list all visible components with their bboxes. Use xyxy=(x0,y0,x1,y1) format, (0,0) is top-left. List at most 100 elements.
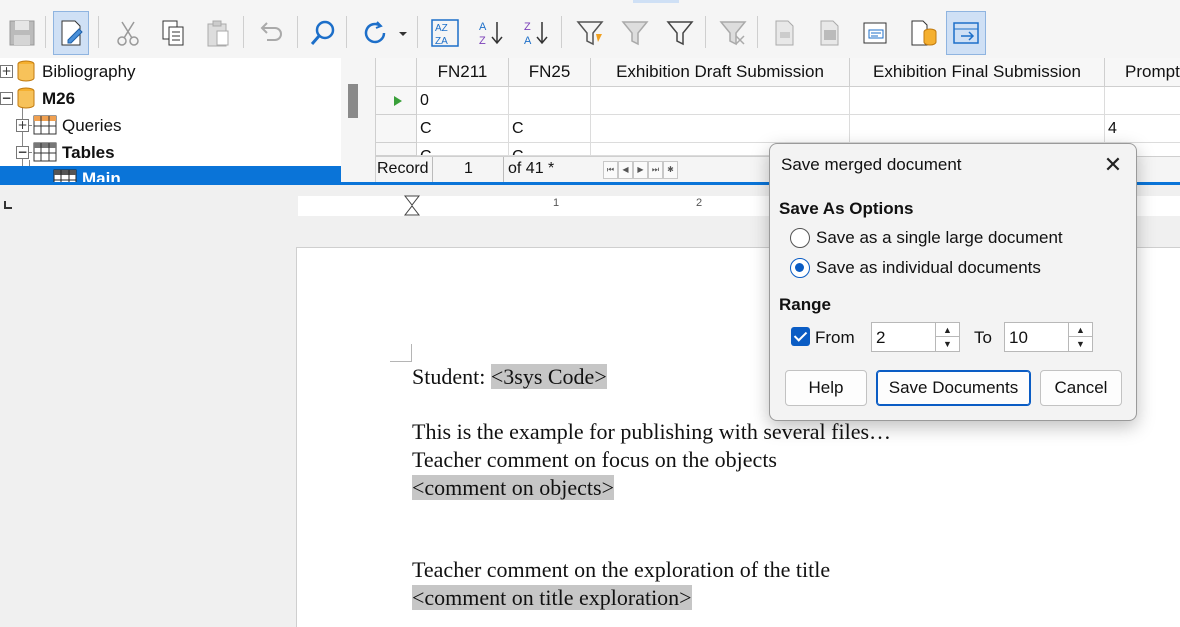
first-record-icon[interactable]: ⏮ xyxy=(603,161,618,179)
tree-item-label: Tables xyxy=(62,142,115,162)
grid-cell[interactable]: C xyxy=(509,143,591,156)
tab-stop-icon[interactable] xyxy=(4,201,12,209)
option-label: Save as a single large document xyxy=(816,228,1063,247)
find-record-icon[interactable] xyxy=(305,11,341,55)
paragraph-text[interactable]: <comment on objects> xyxy=(412,475,614,501)
refresh-dropdown-icon[interactable] xyxy=(393,11,413,55)
column-header[interactable]: Exhibition Draft Submission xyxy=(591,58,850,87)
range-heading: Range xyxy=(779,295,831,314)
paragraph-text[interactable]: This is the example for publishing with … xyxy=(412,419,891,445)
save-documents-button[interactable]: Save Documents xyxy=(876,370,1031,406)
tree-item-label: M26 xyxy=(42,88,76,108)
scrollbar-thumb[interactable] xyxy=(348,84,358,118)
tree-item-bibliography[interactable]: + Bibliography xyxy=(0,58,341,85)
toolbar-indicator xyxy=(633,0,679,3)
to-spinbox[interactable]: 10 ▲ ▼ xyxy=(1004,322,1093,352)
data-source-toolbar: AZ ZA AZ ZA xyxy=(0,0,1180,58)
grid-cell[interactable] xyxy=(850,115,1105,143)
tree-item-main[interactable]: Main xyxy=(0,166,341,182)
autofilter-icon[interactable] xyxy=(572,11,608,55)
grid-cell[interactable] xyxy=(591,87,850,115)
edit-data-icon[interactable] xyxy=(53,11,89,55)
column-header[interactable]: Exhibition Final Submission xyxy=(850,58,1105,87)
expand-icon[interactable]: + xyxy=(0,65,13,78)
help-button[interactable]: Help xyxy=(785,370,867,406)
copy-icon[interactable] xyxy=(155,11,191,55)
radio-button[interactable] xyxy=(790,228,810,248)
cancel-button[interactable]: Cancel xyxy=(1040,370,1122,406)
grid-cell[interactable]: C xyxy=(509,115,591,143)
record-number-field[interactable]: 1 xyxy=(432,157,504,182)
decrement-icon[interactable]: ▼ xyxy=(1069,337,1092,351)
reset-filter-icon[interactable] xyxy=(715,11,751,55)
new-record-icon[interactable]: ✱ xyxy=(663,161,678,179)
tree-scrollbar[interactable] xyxy=(341,58,375,182)
mail-merge-field[interactable]: <3sys Code> xyxy=(490,364,607,389)
individual-documents-option[interactable]: Save as individual documents xyxy=(790,258,1041,278)
tree-item-label: Queries xyxy=(62,115,122,135)
explorer-toggle-icon[interactable] xyxy=(946,11,986,55)
paragraph-text[interactable]: Teacher comment on the exploration of th… xyxy=(412,557,830,583)
apply-filter-icon[interactable] xyxy=(662,11,698,55)
mail-merge-field[interactable]: <comment on title exploration> xyxy=(412,585,692,610)
spin-arrows: ▲ ▼ xyxy=(1068,323,1092,351)
standard-filter-icon[interactable] xyxy=(617,11,653,55)
grid-cell[interactable]: C xyxy=(417,115,509,143)
column-header[interactable]: FN25 xyxy=(509,58,591,87)
grid-cell[interactable]: 4 xyxy=(1105,115,1180,143)
undo-icon[interactable] xyxy=(252,11,288,55)
grid-cell[interactable] xyxy=(591,115,850,143)
last-record-icon[interactable]: ⏭ xyxy=(648,161,663,179)
paragraph-text[interactable]: <comment on title exploration> xyxy=(412,585,692,611)
data-to-fields-icon[interactable] xyxy=(811,11,847,55)
tree-item-queries[interactable]: + Queries xyxy=(0,112,341,139)
single-document-option[interactable]: Save as a single large document xyxy=(790,228,1063,248)
previous-record-icon[interactable]: ◀ xyxy=(618,161,633,179)
mail-merge-field[interactable]: <comment on objects> xyxy=(412,475,614,500)
writer-window: AZ ZA AZ ZA + Bibliography − M26 + Queri… xyxy=(0,0,1180,627)
radio-button[interactable] xyxy=(790,258,810,278)
sort-descending-icon[interactable]: ZA xyxy=(518,11,554,55)
from-spinbox[interactable]: 2 ▲ ▼ xyxy=(871,322,960,352)
column-header[interactable]: Prompt xyxy=(1105,58,1180,87)
student-line[interactable]: Student: <3sys Code> xyxy=(412,364,607,390)
tree-item-label: Main xyxy=(82,169,121,182)
collapse-icon[interactable]: − xyxy=(16,146,29,159)
grid-cell[interactable]: 0 xyxy=(417,87,509,115)
row-header[interactable] xyxy=(376,115,417,143)
collapse-icon[interactable]: − xyxy=(0,92,13,105)
increment-icon[interactable]: ▲ xyxy=(936,323,959,337)
tree-item-tables[interactable]: − Tables xyxy=(0,139,341,166)
row-header[interactable] xyxy=(376,143,417,156)
svg-text:ZA: ZA xyxy=(435,36,448,47)
from-label: From xyxy=(815,328,855,347)
next-record-icon[interactable]: ▶ xyxy=(633,161,648,179)
data-to-text-icon[interactable] xyxy=(766,11,802,55)
from-checkbox[interactable] xyxy=(791,327,810,346)
sort-ascending-icon[interactable]: AZ xyxy=(473,11,509,55)
tree-item-m26[interactable]: − M26 xyxy=(0,85,341,112)
mail-merge-icon[interactable] xyxy=(857,11,893,55)
grid-cell[interactable] xyxy=(850,87,1105,115)
grid-cell[interactable] xyxy=(1105,87,1180,115)
svg-text:Z: Z xyxy=(479,35,486,47)
data-source-icon[interactable] xyxy=(905,11,941,55)
sort-icon[interactable]: AZ ZA xyxy=(427,11,463,55)
grid-cell[interactable]: C xyxy=(417,143,509,156)
decrement-icon[interactable]: ▼ xyxy=(936,337,959,351)
cut-icon[interactable] xyxy=(110,11,146,55)
refresh-icon[interactable] xyxy=(357,11,393,55)
svg-text:AZ: AZ xyxy=(435,23,448,34)
column-header[interactable]: FN211 xyxy=(417,58,509,87)
expand-icon[interactable]: + xyxy=(16,119,29,132)
grid-cell[interactable] xyxy=(509,87,591,115)
indent-marker-icon[interactable] xyxy=(402,195,422,216)
record-label: Record xyxy=(377,160,429,177)
paste-icon[interactable] xyxy=(200,11,236,55)
close-icon[interactable]: ✕ xyxy=(1100,153,1126,179)
to-value: 10 xyxy=(1009,328,1028,347)
paragraph-text[interactable]: Teacher comment on focus on the objects xyxy=(412,447,777,473)
increment-icon[interactable]: ▲ xyxy=(1069,323,1092,337)
save-record-icon[interactable] xyxy=(4,11,40,55)
row-header[interactable] xyxy=(376,87,417,115)
